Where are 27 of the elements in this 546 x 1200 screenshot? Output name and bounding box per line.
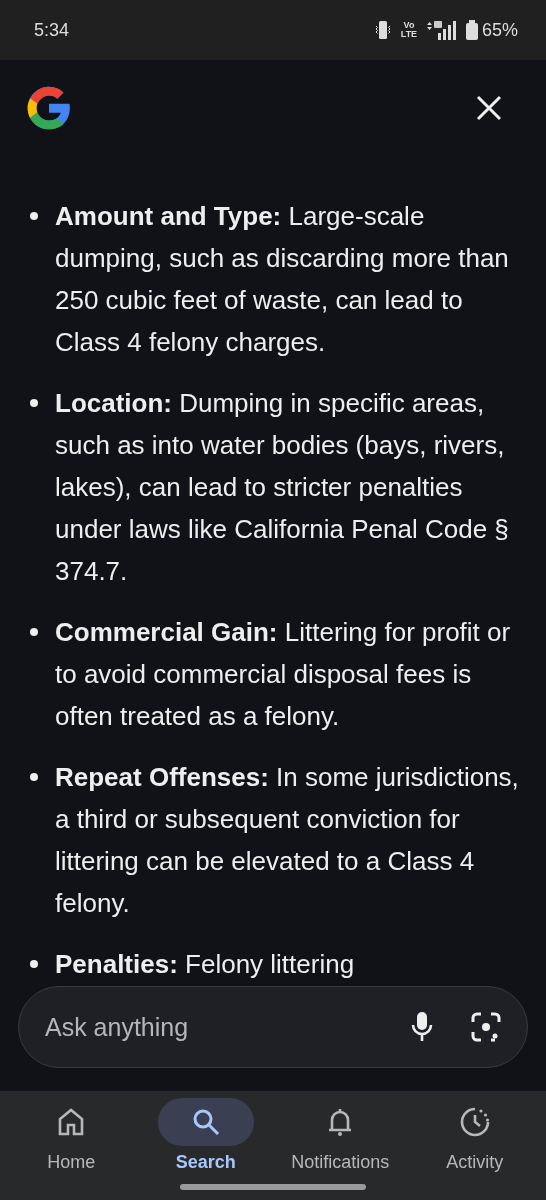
bullet-text: Penalties: Felony littering bbox=[55, 948, 355, 981]
activity-icon bbox=[459, 1107, 490, 1137]
nav-tab[interactable]: Activity bbox=[410, 1098, 539, 1188]
bullet-icon bbox=[30, 212, 38, 220]
bullet-icon bbox=[30, 960, 38, 968]
bullet-text: Location: Dumping in specific areas, such as into water bodies (bays, rivers, lakes), can lead to stricter penalties under laws like California Penal Code § 374.7. bbox=[55, 387, 510, 588]
bullet-text: Amount and Type: Large-scale dumping, such as discarding more than 250 cubic feet of waste, can lead to Class 4 felony charges. bbox=[55, 200, 510, 359]
bullet-text: Commercial Gain: Littering for profit or to avoid commercial disposal fees is often treated as a felony. bbox=[55, 616, 512, 733]
nav-tab[interactable]: Search bbox=[141, 1098, 270, 1188]
bullet-icon bbox=[30, 399, 38, 407]
home-icon bbox=[58, 1108, 85, 1136]
network-label: Vo LTE bbox=[399, 21, 418, 39]
status-time: 5:34 bbox=[34, 19, 70, 41]
bullet-icon bbox=[30, 628, 38, 636]
battery-percent: 65% bbox=[481, 19, 518, 41]
nav-tab[interactable]: Home bbox=[7, 1098, 136, 1188]
nav-tab[interactable]: Notifications bbox=[276, 1098, 405, 1188]
camera-icon[interactable] bbox=[471, 1012, 501, 1042]
search-icon bbox=[191, 1108, 220, 1136]
bullet-icon bbox=[30, 773, 38, 781]
bullet-text: Repeat Offenses: In some jurisdictions, a third or subsequent conviction for littering can be elevated to a Class 4 felony. bbox=[55, 761, 520, 920]
bell-icon bbox=[327, 1107, 354, 1137]
signal-icon bbox=[425, 20, 458, 40]
battery-icon bbox=[465, 20, 478, 40]
search-field[interactable]: Ask anything bbox=[43, 1011, 373, 1043]
vibrate-icon bbox=[373, 20, 392, 40]
microphone-icon[interactable] bbox=[411, 1011, 433, 1043]
